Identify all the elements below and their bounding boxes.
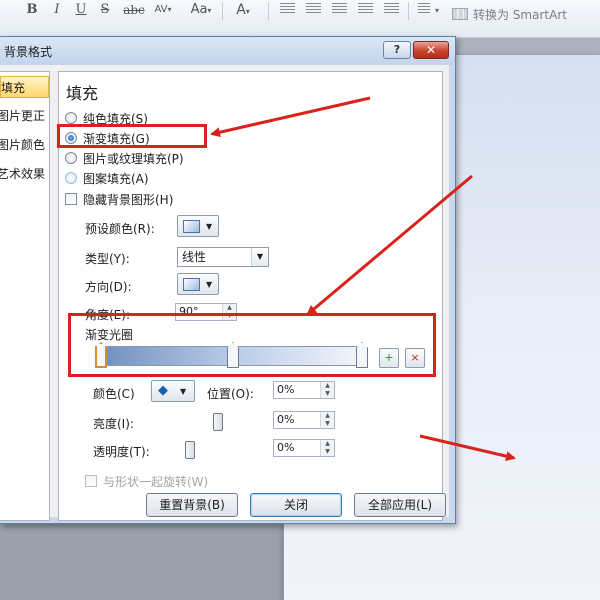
arrow-to-gradient-fill bbox=[210, 96, 371, 138]
annotation-arrows bbox=[210, 96, 516, 462]
arrow-to-slide bbox=[419, 434, 516, 462]
arrow-to-gradient-stops bbox=[306, 174, 473, 316]
